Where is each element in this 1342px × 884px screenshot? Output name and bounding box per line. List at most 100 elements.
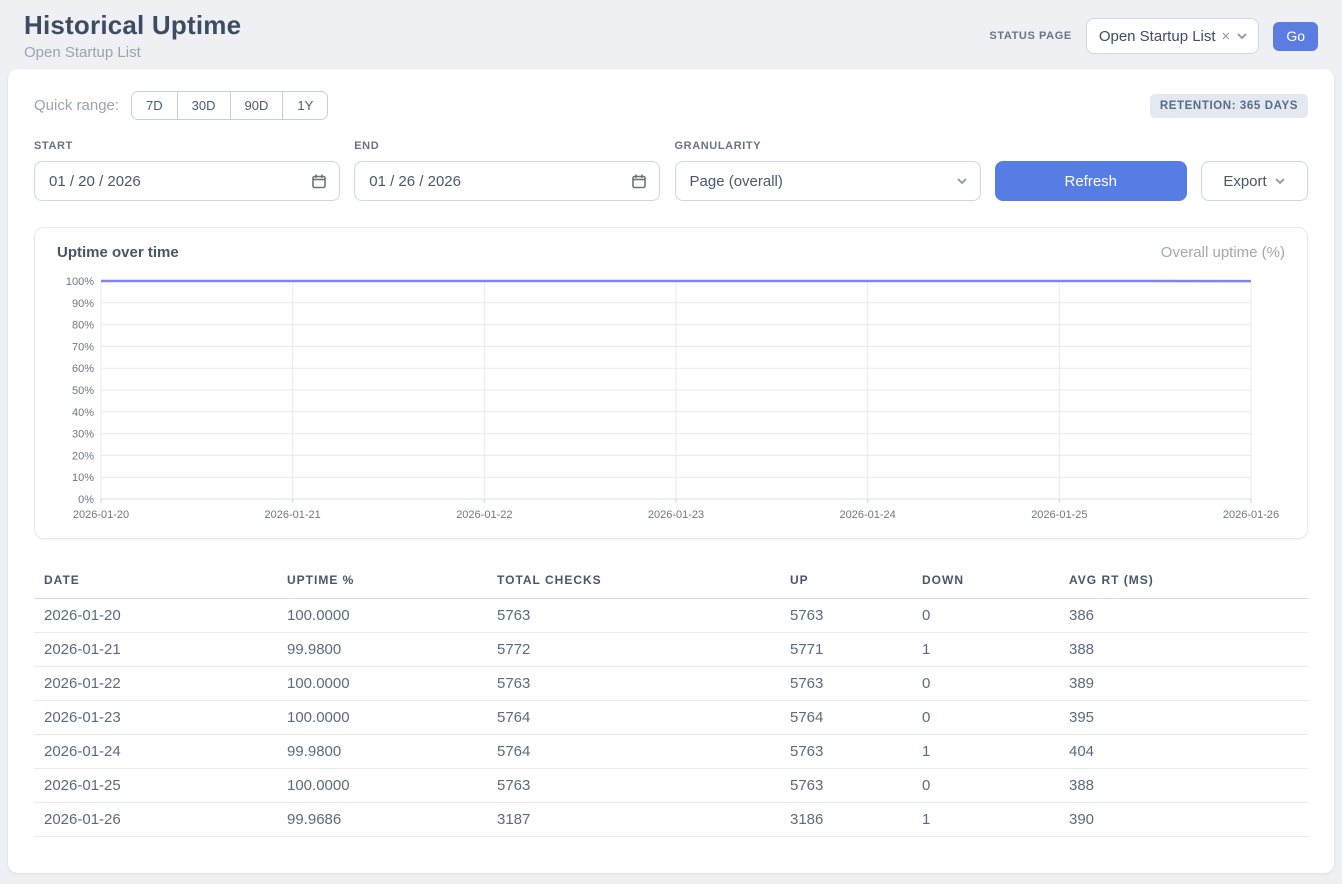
table-cell: 5771: [780, 633, 912, 667]
table-cell: 5764: [487, 701, 780, 735]
svg-text:30%: 30%: [72, 429, 94, 441]
end-date-input[interactable]: 01 / 26 / 2026: [354, 161, 660, 201]
quick-range-left: Quick range: 7D30D90D1Y: [34, 91, 328, 120]
table-cell: 0: [912, 701, 1059, 735]
table-cell: 1: [912, 803, 1059, 837]
svg-text:60%: 60%: [72, 363, 94, 375]
end-label: END: [354, 140, 660, 152]
chevron-down-icon: [1236, 30, 1248, 42]
table-cell: 2026-01-24: [34, 735, 277, 769]
table-row: 2026-01-2699.9686318731861390: [34, 803, 1308, 837]
table-cell: 100.0000: [277, 599, 487, 633]
quick-range-row: Quick range: 7D30D90D1Y RETENTION: 365 D…: [34, 91, 1308, 120]
granularity-select[interactable]: Page (overall): [675, 161, 981, 201]
main-card: Quick range: 7D30D90D1Y RETENTION: 365 D…: [8, 69, 1334, 873]
page-title: Historical Uptime: [24, 10, 241, 41]
table-cell: 2026-01-22: [34, 667, 277, 701]
start-date-input[interactable]: 01 / 20 / 2026: [34, 161, 340, 201]
table-cell: 388: [1059, 633, 1308, 667]
table-cell: 2026-01-25: [34, 769, 277, 803]
svg-text:2026-01-25: 2026-01-25: [1031, 509, 1087, 521]
end-field: END 01 / 26 / 2026: [354, 140, 660, 201]
svg-text:2026-01-23: 2026-01-23: [648, 509, 704, 521]
quick-range-group: 7D30D90D1Y: [131, 91, 328, 120]
start-field: START 01 / 20 / 2026: [34, 140, 340, 201]
svg-text:70%: 70%: [72, 341, 94, 353]
end-date-value: 01 / 26 / 2026: [369, 173, 461, 190]
table-cell: 5763: [780, 769, 912, 803]
calendar-icon[interactable]: [311, 173, 327, 189]
chart-title: Uptime over time: [57, 244, 179, 261]
svg-text:20%: 20%: [72, 450, 94, 462]
table-cell: 1: [912, 735, 1059, 769]
chevron-down-icon: [1274, 175, 1286, 187]
table-cell: 3186: [780, 803, 912, 837]
table-cell: 404: [1059, 735, 1308, 769]
table-cell: 2026-01-21: [34, 633, 277, 667]
table-row: 2026-01-25100.0000576357630388: [34, 769, 1308, 803]
status-page-label: STATUS PAGE: [989, 30, 1071, 42]
table-cell: 5764: [487, 735, 780, 769]
table-cell: 5763: [487, 667, 780, 701]
clear-icon[interactable]: ×: [1222, 28, 1231, 45]
column-header: UPTIME %: [277, 563, 487, 599]
svg-text:90%: 90%: [72, 298, 94, 310]
table-cell: 0: [912, 769, 1059, 803]
chart-card: Uptime over time Overall uptime (%) 0%10…: [34, 227, 1308, 539]
granularity-label: GRANULARITY: [675, 140, 981, 152]
export-button-label: Export: [1223, 173, 1266, 190]
table-header-row: DATEUPTIME %TOTAL CHECKSUPDOWNAVG RT (MS…: [34, 563, 1308, 599]
table-cell: 1: [912, 633, 1059, 667]
svg-text:2026-01-24: 2026-01-24: [840, 509, 896, 521]
table-row: 2026-01-20100.0000576357630386: [34, 599, 1308, 633]
go-button[interactable]: Go: [1273, 22, 1318, 51]
table-cell: 2026-01-26: [34, 803, 277, 837]
quick-range-30d[interactable]: 30D: [177, 92, 230, 119]
table-cell: 2026-01-23: [34, 701, 277, 735]
table-cell: 386: [1059, 599, 1308, 633]
column-header: TOTAL CHECKS: [487, 563, 780, 599]
quick-range-90d[interactable]: 90D: [230, 92, 283, 119]
table-cell: 5763: [487, 599, 780, 633]
table-cell: 5763: [780, 599, 912, 633]
table-cell: 5772: [487, 633, 780, 667]
quick-range-1y[interactable]: 1Y: [282, 92, 327, 119]
svg-text:10%: 10%: [72, 472, 94, 484]
table-cell: 388: [1059, 769, 1308, 803]
svg-text:100%: 100%: [66, 276, 94, 288]
column-header: DATE: [34, 563, 277, 599]
refresh-button[interactable]: Refresh: [995, 161, 1187, 201]
retention-badge: RETENTION: 365 DAYS: [1150, 94, 1308, 118]
table-cell: 0: [912, 667, 1059, 701]
table-cell: 99.9800: [277, 735, 487, 769]
title-block: Historical Uptime Open Startup List: [24, 10, 241, 61]
svg-text:80%: 80%: [72, 320, 94, 332]
export-button[interactable]: Export: [1201, 161, 1308, 201]
chart-header: Uptime over time Overall uptime (%): [57, 244, 1285, 261]
table-cell: 5763: [780, 667, 912, 701]
status-page-selector[interactable]: Open Startup List ×: [1086, 18, 1260, 54]
table-cell: 99.9686: [277, 803, 487, 837]
table-row: 2026-01-2199.9800577257711388: [34, 633, 1308, 667]
filter-form: START 01 / 20 / 2026 END 01 / 26 / 2026 …: [34, 140, 1308, 201]
calendar-icon[interactable]: [631, 173, 647, 189]
table-cell: 100.0000: [277, 701, 487, 735]
svg-text:40%: 40%: [72, 407, 94, 419]
svg-text:2026-01-20: 2026-01-20: [73, 509, 129, 521]
svg-text:2026-01-21: 2026-01-21: [265, 509, 321, 521]
status-page-selector-value: Open Startup List: [1099, 28, 1216, 45]
header-controls: STATUS PAGE Open Startup List × Go: [989, 18, 1318, 54]
chart-legend: Overall uptime (%): [1161, 244, 1285, 261]
table-cell: 389: [1059, 667, 1308, 701]
table-row: 2026-01-22100.0000576357630389: [34, 667, 1308, 701]
column-header: AVG RT (MS): [1059, 563, 1308, 599]
granularity-value: Page (overall): [690, 173, 783, 190]
page-subtitle: Open Startup List: [24, 44, 241, 61]
table-cell: 3187: [487, 803, 780, 837]
table-cell: 395: [1059, 701, 1308, 735]
uptime-chart: 0%10%20%30%40%50%60%70%80%90%100%2026-01…: [57, 271, 1285, 530]
quick-range-7d[interactable]: 7D: [132, 92, 177, 119]
table-cell: 390: [1059, 803, 1308, 837]
table-cell: 2026-01-20: [34, 599, 277, 633]
table-body: 2026-01-20100.00005763576303862026-01-21…: [34, 599, 1308, 837]
